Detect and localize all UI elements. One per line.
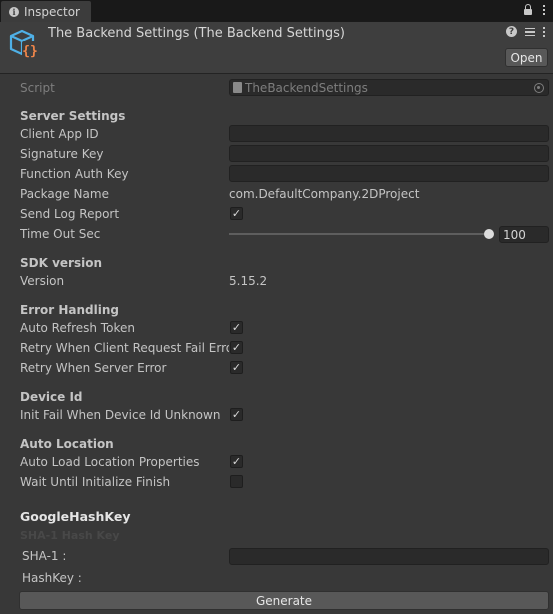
script-object-field: TheBackendSettings bbox=[229, 79, 549, 96]
wait-until-label: Wait Until Initialize Finish bbox=[20, 475, 171, 489]
sha1-label: SHA-1 : bbox=[22, 549, 67, 563]
script-file-icon bbox=[233, 82, 242, 93]
sha1-input[interactable] bbox=[229, 548, 549, 565]
object-picker-icon bbox=[534, 83, 544, 93]
retry-client-checkbox[interactable]: ✓ bbox=[230, 341, 243, 354]
preset-icon[interactable] bbox=[525, 27, 535, 37]
package-name-label: Package Name bbox=[20, 187, 109, 201]
google-hash-key-title: GoogleHashKey bbox=[20, 509, 131, 524]
tab-bar: i Inspector bbox=[0, 0, 553, 22]
wait-until-checkbox[interactable] bbox=[230, 475, 243, 488]
time-out-sec-label: Time Out Sec bbox=[20, 227, 101, 241]
send-log-report-label: Send Log Report bbox=[20, 207, 120, 221]
svg-text:{}: {} bbox=[22, 44, 38, 59]
time-out-slider-track[interactable] bbox=[229, 233, 489, 235]
tab-inspector-label: Inspector bbox=[24, 4, 80, 19]
wait-until-row: Wait Until Initialize Finish bbox=[20, 473, 550, 491]
init-fail-row: Init Fail When Device Id Unknown bbox=[20, 406, 550, 424]
csharp-script-icon: {} bbox=[9, 29, 38, 59]
tab-inspector[interactable]: i Inspector bbox=[1, 1, 91, 22]
header-tools: ? bbox=[506, 26, 545, 37]
version-value: 5.15.2 bbox=[229, 274, 268, 288]
header-title: The Backend Settings (The Backend Settin… bbox=[48, 26, 345, 41]
init-fail-checkbox[interactable]: ✓ bbox=[230, 408, 243, 421]
server-settings-header: Server Settings bbox=[20, 109, 126, 123]
retry-server-label: Retry When Server Error bbox=[20, 361, 167, 375]
more-vert-icon[interactable] bbox=[543, 4, 545, 16]
send-log-report-row: Send Log Report bbox=[20, 205, 550, 223]
retry-client-label: Retry When Client Request Fail Error bbox=[20, 341, 229, 355]
init-fail-label: Init Fail When Device Id Unknown bbox=[20, 408, 221, 422]
hashkey-label: HashKey : bbox=[22, 571, 82, 585]
function-auth-key-label: Function Auth Key bbox=[20, 167, 129, 181]
time-out-input[interactable]: 100 bbox=[499, 226, 549, 243]
script-value: TheBackendSettings bbox=[245, 80, 368, 95]
retry-server-checkbox[interactable]: ✓ bbox=[230, 361, 243, 374]
auto-load-row: Auto Load Location Properties bbox=[20, 453, 550, 471]
auto-refresh-token-label: Auto Refresh Token bbox=[20, 321, 135, 335]
inspector-header: {} The Backend Settings (The Backend Set… bbox=[0, 22, 553, 74]
sdk-version-header: SDK version bbox=[20, 256, 103, 270]
device-id-header: Device Id bbox=[20, 390, 83, 404]
time-out-slider-thumb[interactable] bbox=[484, 229, 494, 239]
open-button[interactable]: Open bbox=[505, 48, 548, 67]
auto-load-checkbox[interactable]: ✓ bbox=[230, 455, 243, 468]
sha1-hash-key-faded-label: SHA-1 Hash Key bbox=[20, 529, 120, 542]
package-name-value: com.DefaultCompany.2DProject bbox=[229, 187, 420, 201]
auto-location-header: Auto Location bbox=[20, 437, 114, 451]
auto-refresh-token-checkbox[interactable]: ✓ bbox=[230, 321, 243, 334]
help-icon[interactable]: ? bbox=[506, 26, 517, 37]
send-log-report-checkbox[interactable]: ✓ bbox=[230, 207, 243, 220]
version-label: Version bbox=[20, 274, 65, 288]
script-label: Script bbox=[20, 81, 55, 95]
signature-key-input[interactable] bbox=[229, 145, 549, 162]
auto-load-label: Auto Load Location Properties bbox=[20, 455, 200, 469]
auto-refresh-token-row: Auto Refresh Token bbox=[20, 319, 550, 337]
version-row: Version bbox=[20, 272, 550, 290]
tab-tools bbox=[523, 4, 545, 16]
info-icon: i bbox=[9, 6, 19, 17]
hashkey-row: HashKey : bbox=[22, 569, 552, 587]
error-handling-header: Error Handling bbox=[20, 303, 120, 317]
retry-client-row: Retry When Client Request Fail Error bbox=[20, 339, 550, 357]
component-menu-icon[interactable] bbox=[543, 26, 545, 37]
signature-key-label: Signature Key bbox=[20, 147, 104, 161]
retry-server-row: Retry When Server Error bbox=[20, 359, 550, 377]
function-auth-key-input[interactable] bbox=[229, 165, 549, 182]
client-app-id-label: Client App ID bbox=[20, 127, 99, 141]
client-app-id-input[interactable] bbox=[229, 125, 549, 142]
generate-button[interactable]: Generate bbox=[19, 591, 549, 610]
lock-icon[interactable] bbox=[523, 4, 533, 16]
